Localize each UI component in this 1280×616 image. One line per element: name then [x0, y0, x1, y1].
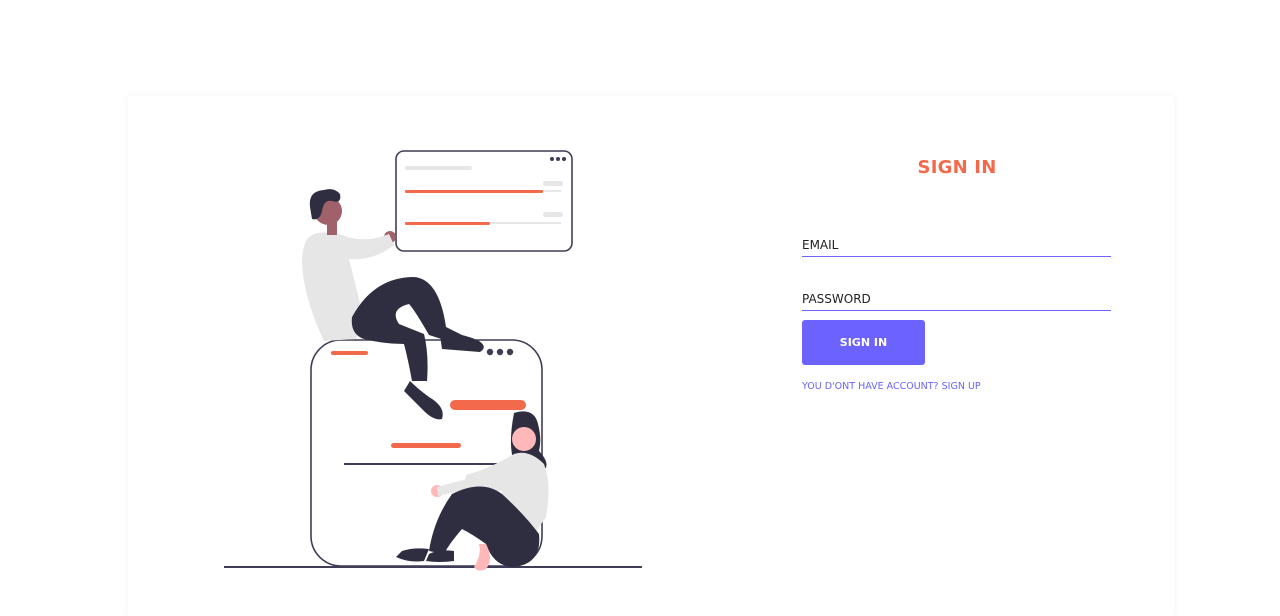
- illustration: [224, 150, 642, 571]
- password-field-wrapper: [802, 288, 1111, 311]
- small-ui-card: [395, 150, 573, 252]
- sign-up-link[interactable]: YOU D'ONT HAVE ACCOUNT? SIGN UP: [802, 381, 981, 392]
- form-title: SIGN IN: [917, 157, 997, 178]
- email-input[interactable]: [802, 235, 1111, 255]
- login-card: SIGN IN SIGN IN YOU D'ONT HAVE ACCOUNT? …: [128, 96, 1174, 616]
- password-input[interactable]: [802, 289, 1111, 309]
- email-field-wrapper: [802, 234, 1111, 257]
- sign-in-button[interactable]: SIGN IN: [802, 320, 925, 365]
